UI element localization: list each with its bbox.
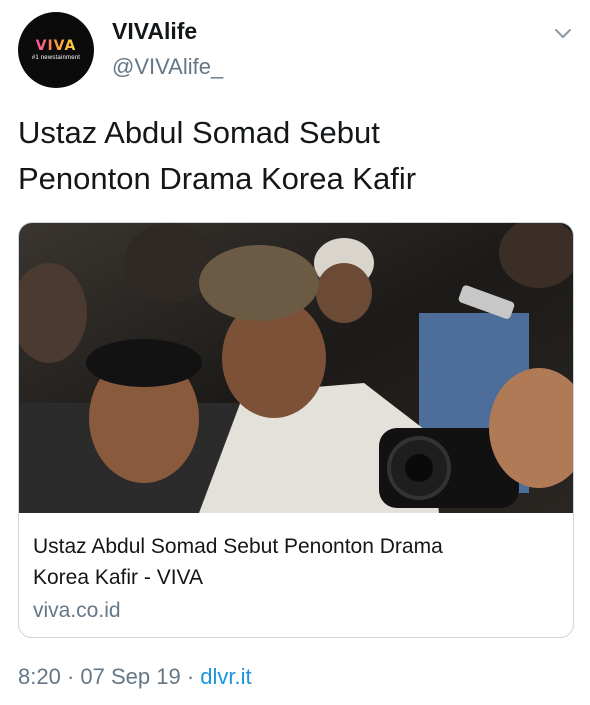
- card-domain: viva.co.id: [33, 599, 121, 622]
- display-name[interactable]: VIVAlife: [112, 18, 197, 45]
- link-card[interactable]: Ustaz Abdul Somad Sebut Penonton Drama K…: [18, 222, 574, 638]
- card-title-line: Ustaz Abdul Somad Sebut Penonton Drama: [33, 535, 443, 558]
- avatar[interactable]: VIVA #1 newstainment: [18, 12, 94, 88]
- meta-separator: ·: [180, 664, 201, 689]
- tweet-meta: 8:20 · 07 Sep 19 · dlvr.it: [18, 664, 252, 690]
- user-handle[interactable]: @VIVAlife_: [112, 54, 223, 80]
- tweet-date[interactable]: 07 Sep 19: [80, 664, 180, 689]
- tweet-time[interactable]: 8:20: [18, 664, 61, 689]
- card-title[interactable]: Ustaz Abdul Somad Sebut Penonton Drama K…: [33, 531, 557, 593]
- meta-separator: ·: [60, 664, 81, 689]
- chevron-down-icon[interactable]: [552, 22, 574, 44]
- tweet-text-line: Ustaz Abdul Somad Sebut: [18, 115, 380, 150]
- tweet-text-line: Penonton Drama Korea Kafir: [18, 161, 417, 196]
- avatar-tagline: #1 newstainment: [31, 55, 81, 61]
- tweet-text: Ustaz Abdul Somad Sebut Penonton Drama K…: [18, 110, 558, 202]
- card-title-line: Korea Kafir - VIVA: [33, 566, 204, 589]
- card-image[interactable]: [19, 223, 573, 513]
- avatar-logo-text: VIVA: [35, 38, 77, 54]
- tweet-source-link[interactable]: dlvr.it: [200, 664, 251, 689]
